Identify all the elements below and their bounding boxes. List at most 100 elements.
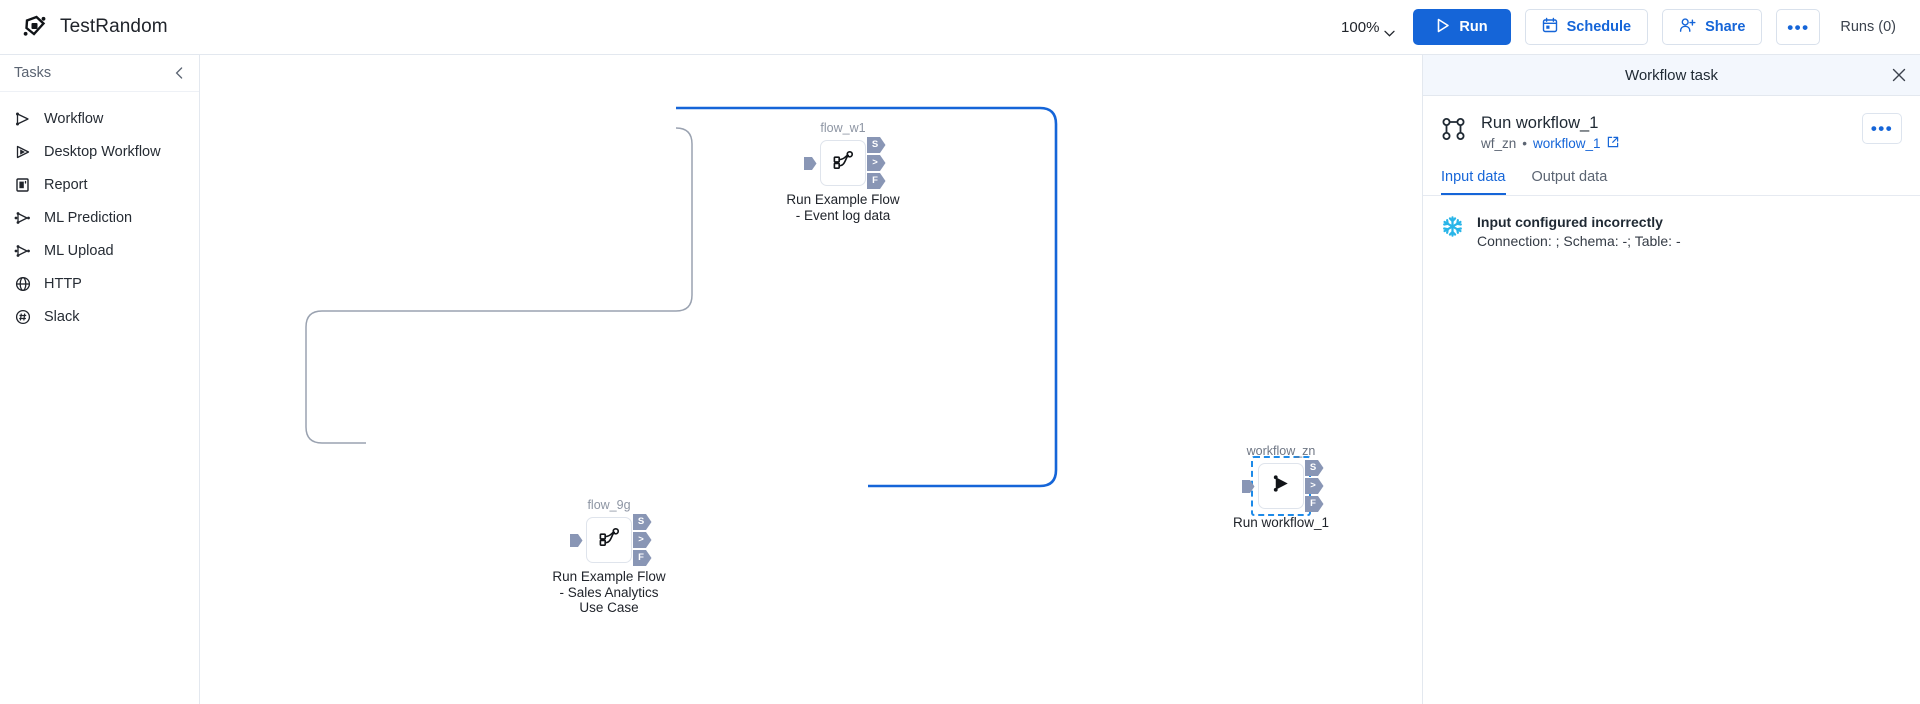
- node-output-port-next[interactable]: >: [1305, 478, 1324, 494]
- schedule-button-label: Schedule: [1566, 19, 1632, 35]
- flow-branch-icon: [832, 149, 855, 177]
- share-button[interactable]: Share: [1662, 9, 1763, 45]
- panel-task-summary: Run workflow_1 wf_zn • workflow_1 •••: [1423, 96, 1920, 151]
- slack-icon: [14, 308, 32, 326]
- node-id-label: flow_9g: [587, 498, 631, 512]
- meta-separator: •: [1522, 136, 1528, 151]
- tab-input-data[interactable]: Input data: [1441, 169, 1506, 195]
- edge-flow-w1-to-workflow-zn: [676, 106, 1058, 488]
- panel-task-meta: wf_zn • workflow_1: [1481, 136, 1619, 151]
- node-input-port[interactable]: [1241, 479, 1255, 494]
- sidebar-item-label: HTTP: [44, 275, 82, 292]
- sidebar-list: Workflow Desktop Workflow Report ML Pred…: [0, 92, 199, 333]
- run-workflow-icon: [1270, 472, 1293, 500]
- sidebar-item-ml-upload[interactable]: ML Upload: [0, 234, 199, 267]
- workflow-canvas[interactable]: flow_w1 S > F Run Example Flow - Event l…: [200, 55, 1422, 704]
- sidebar-item-label: ML Upload: [44, 242, 114, 259]
- person-add-icon: [1679, 17, 1696, 37]
- node-output-port-next[interactable]: >: [867, 155, 886, 171]
- sidebar-header: Tasks: [0, 55, 199, 92]
- node-label: Run Example Flow - Sales Analytics Use C…: [552, 569, 666, 615]
- sidebar-item-label: Report: [44, 176, 88, 193]
- flow-branch-icon: [598, 526, 621, 554]
- sidebar-item-label: Slack: [44, 308, 80, 325]
- zoom-level-label: 100%: [1341, 18, 1380, 36]
- node-output-ports: S > F: [633, 514, 652, 566]
- schedule-button[interactable]: Schedule: [1524, 9, 1649, 45]
- app-logo-icon: [22, 14, 48, 40]
- node-label: Run Example Flow - Event log data: [786, 192, 900, 223]
- workflow-icon: [14, 110, 32, 128]
- canvas-node-workflow-zn[interactable]: workflow_zn S > F Run workflow_1: [1233, 444, 1329, 530]
- calendar-icon: [1542, 17, 1558, 37]
- more-options-button[interactable]: •••: [1776, 9, 1821, 45]
- task-details-panel: Workflow task Run workflow_1 wf_zn • wor…: [1422, 55, 1920, 704]
- node-output-port-failure[interactable]: F: [1305, 496, 1324, 512]
- sidebar-item-label: ML Prediction: [44, 209, 133, 226]
- globe-icon: [14, 275, 32, 293]
- tab-output-data[interactable]: Output data: [1532, 169, 1608, 195]
- runs-count-label: Runs (0): [1840, 19, 1896, 35]
- desktop-workflow-icon: [14, 143, 32, 161]
- toolbar: 100% Run Schedule Share ••• Runs (0): [1337, 9, 1920, 45]
- close-icon[interactable]: [1892, 68, 1906, 82]
- top-bar: TestRandom 100% Run Schedule Share ••• R…: [0, 0, 1920, 55]
- canvas-edges: [305, 106, 1058, 488]
- sidebar-item-http[interactable]: HTTP: [0, 267, 199, 300]
- input-status-title: Input configured incorrectly: [1477, 214, 1663, 230]
- ellipsis-icon: •••: [1870, 119, 1894, 138]
- panel-tabs: Input data Output data: [1423, 169, 1920, 196]
- run-button[interactable]: Run: [1413, 9, 1511, 45]
- zoom-control[interactable]: 100%: [1337, 15, 1399, 40]
- panel-header: Workflow task: [1423, 55, 1920, 96]
- ellipsis-icon: •••: [1787, 17, 1810, 37]
- node-output-port-success[interactable]: S: [867, 137, 886, 153]
- run-button-label: Run: [1459, 19, 1488, 35]
- ml-prediction-icon: [14, 209, 32, 227]
- panel-task-id: wf_zn: [1481, 136, 1517, 151]
- canvas-node-flow-w1[interactable]: flow_w1 S > F Run Example Flow - Event l…: [786, 121, 899, 223]
- panel-title: Workflow task: [1624, 66, 1719, 84]
- node-input-port[interactable]: [803, 156, 817, 171]
- node-output-port-next[interactable]: >: [633, 532, 652, 548]
- brand[interactable]: TestRandom: [0, 14, 168, 40]
- sidebar-item-workflow[interactable]: Workflow: [0, 102, 199, 135]
- panel-task-link[interactable]: workflow_1: [1533, 136, 1601, 151]
- share-button-label: Share: [1705, 19, 1746, 35]
- node-output-port-failure[interactable]: F: [633, 550, 652, 566]
- workflow-node-icon: [1441, 117, 1467, 143]
- report-icon: [14, 176, 32, 194]
- sidebar-item-ml-prediction[interactable]: ML Prediction: [0, 201, 199, 234]
- edge-flow-w1-to-flow-9g: [305, 127, 693, 444]
- node-output-port-failure[interactable]: F: [867, 173, 886, 189]
- sidebar-item-report[interactable]: Report: [0, 168, 199, 201]
- app-title: TestRandom: [60, 16, 168, 37]
- node-id-label: flow_w1: [820, 121, 866, 135]
- node-id-label: workflow_zn: [1246, 444, 1316, 458]
- play-icon: [1436, 18, 1450, 37]
- panel-more-options-button[interactable]: •••: [1862, 113, 1902, 144]
- sidebar: Tasks Workflow Desktop Workflow Report M…: [0, 55, 200, 704]
- snowflake-icon: [1441, 215, 1464, 238]
- chevron-left-icon[interactable]: [175, 67, 183, 79]
- input-status-detail: Connection: ; Schema: -; Table: -: [1477, 233, 1681, 249]
- sidebar-item-label: Desktop Workflow: [44, 143, 161, 160]
- ml-upload-icon: [14, 242, 32, 260]
- sidebar-item-label: Workflow: [44, 110, 104, 127]
- node-output-ports: S > F: [1305, 460, 1324, 512]
- node-body[interactable]: [586, 517, 632, 563]
- external-link-icon[interactable]: [1607, 136, 1619, 151]
- node-output-port-success[interactable]: S: [1305, 460, 1324, 476]
- sidebar-item-slack[interactable]: Slack: [0, 300, 199, 333]
- canvas-node-flow-9g[interactable]: flow_9g S > F Run Example Flow - Sales A…: [552, 498, 665, 615]
- panel-input-data-body: Input configured incorrectly Connection:…: [1423, 196, 1920, 267]
- node-body[interactable]: [1258, 463, 1304, 509]
- sidebar-title: Tasks: [14, 65, 52, 81]
- node-body[interactable]: [820, 140, 866, 186]
- panel-task-name: Run workflow_1: [1481, 114, 1599, 132]
- sidebar-item-desktop-workflow[interactable]: Desktop Workflow: [0, 135, 199, 168]
- node-output-port-success[interactable]: S: [633, 514, 652, 530]
- chevron-down-icon: [1384, 24, 1396, 37]
- node-output-ports: S > F: [867, 137, 886, 189]
- node-input-port[interactable]: [569, 533, 583, 548]
